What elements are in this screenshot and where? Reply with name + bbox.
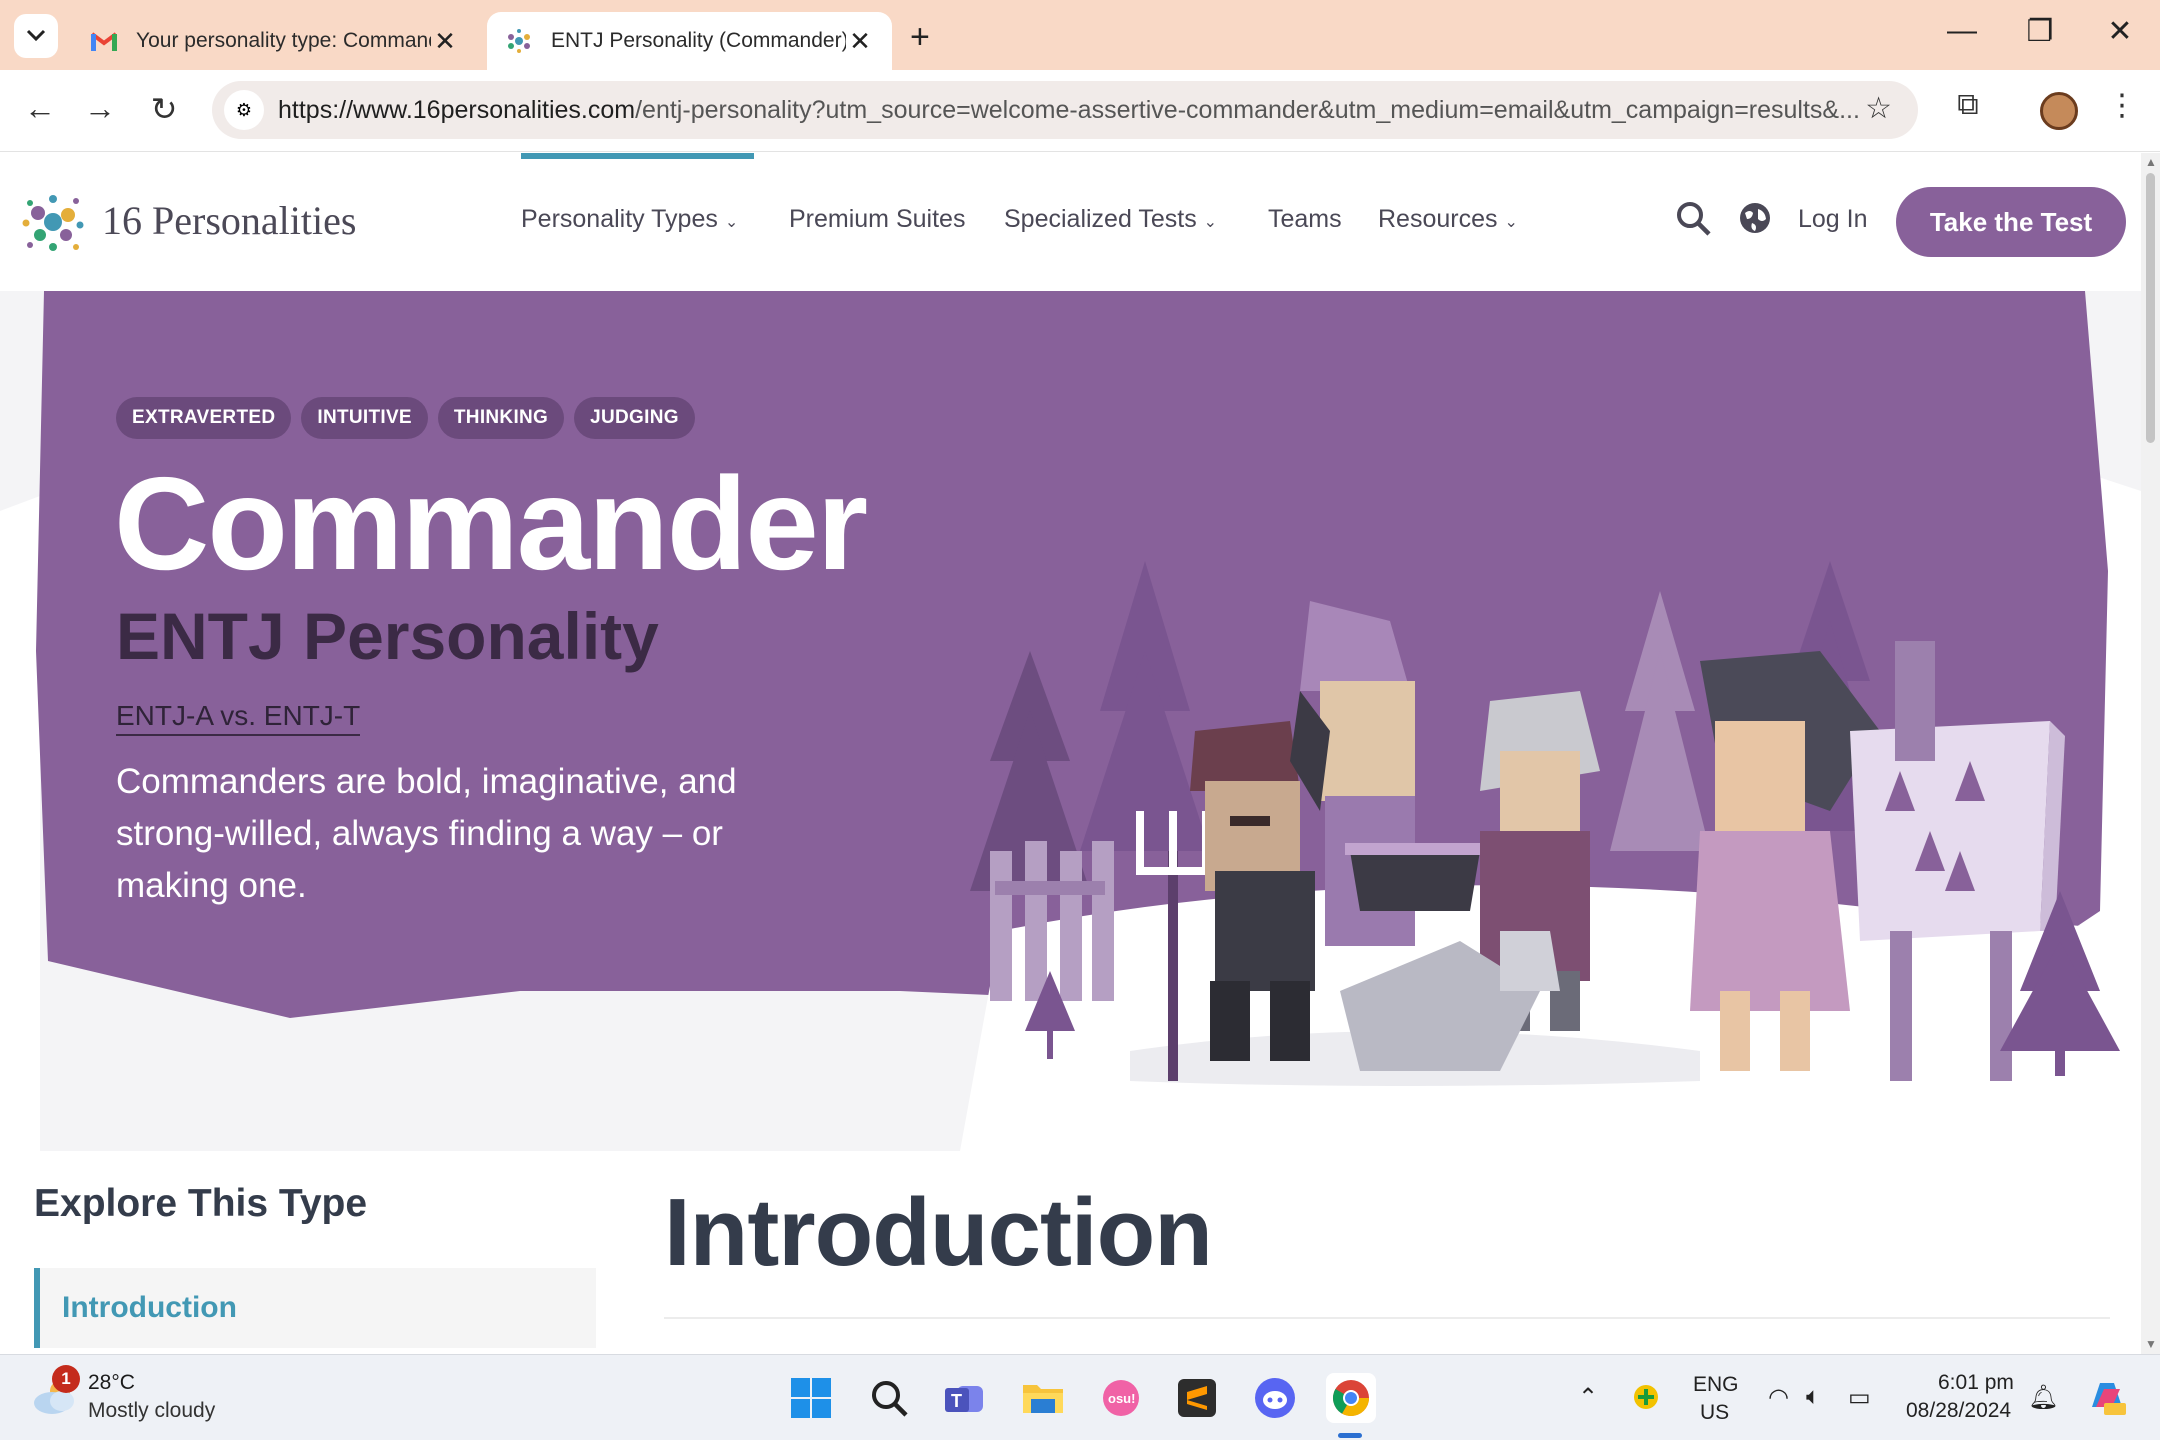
nav-specialized-tests[interactable]: Specialized Tests ⌄ bbox=[1004, 205, 1217, 234]
scroll-up-icon[interactable]: ▲ bbox=[2145, 155, 2157, 169]
svg-text:osu!: osu! bbox=[1108, 1391, 1135, 1406]
taskbar: 1 28°C Mostly cloudy T osu! ⌃ ENG US ◠ 🔈… bbox=[0, 1354, 2160, 1440]
svg-text:T: T bbox=[951, 1391, 962, 1411]
restore-icon[interactable]: ❐ bbox=[2020, 14, 2060, 49]
active-app-indicator bbox=[1338, 1433, 1362, 1438]
address-bar[interactable]: ⚙ https://www.16personalities.com/entj-p… bbox=[212, 81, 1918, 139]
copilot-icon[interactable] bbox=[2086, 1377, 2128, 1424]
profile-avatar[interactable] bbox=[2040, 92, 2078, 130]
chrome-icon[interactable] bbox=[1326, 1373, 1376, 1423]
weather-badge: 1 bbox=[52, 1365, 80, 1393]
chevron-up-icon[interactable]: ⌃ bbox=[1578, 1383, 1598, 1412]
trait-badge: EXTRAVERTED bbox=[116, 397, 292, 439]
bookmark-star-icon[interactable]: ☆ bbox=[1865, 91, 1892, 126]
page-title: Commander bbox=[114, 450, 868, 597]
trait-badge: JUDGING bbox=[574, 397, 695, 439]
discord-icon[interactable] bbox=[1250, 1373, 1300, 1423]
section-heading: Introduction bbox=[664, 1179, 1213, 1286]
take-test-button[interactable]: Take the Test bbox=[1896, 187, 2126, 257]
close-icon[interactable]: ✕ bbox=[846, 26, 874, 57]
new-tab-icon[interactable]: + bbox=[910, 18, 930, 57]
logo-text[interactable]: 16 Personalities bbox=[102, 197, 356, 244]
back-icon[interactable]: ← bbox=[18, 90, 62, 127]
search-icon[interactable] bbox=[1676, 201, 1712, 245]
tab-16personalities[interactable]: ENTJ Personality (Commander) | 16Persona… bbox=[487, 12, 892, 70]
nav-personality-types[interactable]: Personality Types ⌄ bbox=[521, 205, 738, 234]
tab-title: ENTJ Personality (Commander) | 16Persona… bbox=[551, 29, 846, 52]
notification-bell-icon[interactable]: 🔔︎ bbox=[2028, 1383, 2058, 1412]
login-link[interactable]: Log In bbox=[1798, 205, 1868, 234]
tab-gmail[interactable]: Your personality type: Commander ✕ bbox=[72, 12, 477, 70]
url-text[interactable]: https://www.16personalities.com/entj-per… bbox=[278, 96, 1858, 125]
close-icon[interactable]: ✕ bbox=[431, 26, 459, 57]
extensions-icon[interactable]: ⧉ bbox=[1946, 88, 1990, 122]
site-header: 16 Personalities Personality Types ⌄ Pre… bbox=[0, 153, 2140, 291]
variant-link[interactable]: ENTJ-A vs. ENTJ-T bbox=[116, 700, 361, 736]
explore-item-introduction[interactable]: Introduction bbox=[34, 1268, 596, 1348]
chevron-down-icon: ⌄ bbox=[1203, 214, 1218, 231]
tray-app-icon[interactable] bbox=[1632, 1383, 1660, 1418]
minimize-icon[interactable]: — bbox=[1942, 14, 1982, 48]
search-icon[interactable] bbox=[864, 1373, 914, 1423]
weather-temp[interactable]: 28°C bbox=[88, 1371, 135, 1395]
close-window-icon[interactable]: ✕ bbox=[2100, 14, 2140, 49]
gmail-icon bbox=[90, 27, 118, 55]
scroll-down-icon[interactable]: ▼ bbox=[2145, 1337, 2157, 1351]
volume-icon[interactable]: 🔈︎ bbox=[1806, 1383, 1820, 1411]
page-scrollbar[interactable]: ▲ ▼ bbox=[2141, 153, 2160, 1354]
clock-time[interactable]: 6:01 pm bbox=[1938, 1371, 2014, 1395]
reload-icon[interactable]: ↻ bbox=[142, 90, 186, 128]
osu-icon[interactable]: osu! bbox=[1096, 1373, 1146, 1423]
nav-teams[interactable]: Teams bbox=[1268, 205, 1342, 234]
globe-icon[interactable] bbox=[1738, 201, 1772, 243]
tab-search-button[interactable] bbox=[14, 14, 58, 58]
windows-start-icon[interactable] bbox=[786, 1373, 836, 1423]
tab-strip: Your personality type: Commander ✕ ENTJ … bbox=[0, 0, 2160, 70]
teams-icon[interactable]: T bbox=[940, 1373, 990, 1423]
weather-desc[interactable]: Mostly cloudy bbox=[88, 1399, 215, 1423]
chevron-down-icon: ⌄ bbox=[1504, 214, 1518, 231]
menu-icon[interactable]: ⋮ bbox=[2100, 88, 2144, 123]
browser-toolbar: ← → ↻ ⚙ https://www.16personalities.com/… bbox=[0, 70, 2160, 152]
divider bbox=[664, 1317, 2110, 1319]
nav-premium-suites[interactable]: Premium Suites bbox=[789, 205, 965, 234]
trait-badge: THINKING bbox=[437, 397, 565, 439]
chevron-down-icon: ⌄ bbox=[724, 214, 739, 231]
chevron-down-icon bbox=[26, 29, 46, 42]
language-indicator[interactable]: ENG bbox=[1693, 1373, 1739, 1397]
wifi-icon[interactable]: ◠ bbox=[1768, 1383, 1789, 1412]
language-region[interactable]: US bbox=[1700, 1401, 1729, 1425]
trait-badge: INTUITIVE bbox=[301, 397, 428, 439]
nav-resources[interactable]: Resources ⌄ bbox=[1378, 205, 1518, 234]
file-explorer-icon[interactable] bbox=[1018, 1373, 1068, 1423]
site-info-icon[interactable]: ⚙ bbox=[224, 90, 264, 130]
page-subtitle: ENTJ Personality bbox=[116, 599, 659, 673]
battery-icon[interactable]: ▭ bbox=[1848, 1383, 1871, 1412]
nav-active-indicator bbox=[521, 153, 754, 159]
scrollbar-thumb[interactable] bbox=[2146, 173, 2155, 443]
trait-badges: EXTRAVERTED INTUITIVE THINKING JUDGING bbox=[116, 397, 695, 439]
forward-icon[interactable]: → bbox=[78, 90, 122, 127]
clock-date[interactable]: 08/28/2024 bbox=[1906, 1399, 2011, 1423]
sublime-text-icon[interactable] bbox=[1172, 1373, 1222, 1423]
logo-icon[interactable] bbox=[16, 185, 90, 259]
explore-heading: Explore This Type bbox=[34, 1182, 368, 1225]
hero-description: Commanders are bold, imaginative, and st… bbox=[116, 762, 737, 905]
tab-title: Your personality type: Commander bbox=[136, 29, 431, 52]
16personalities-icon bbox=[505, 27, 533, 55]
